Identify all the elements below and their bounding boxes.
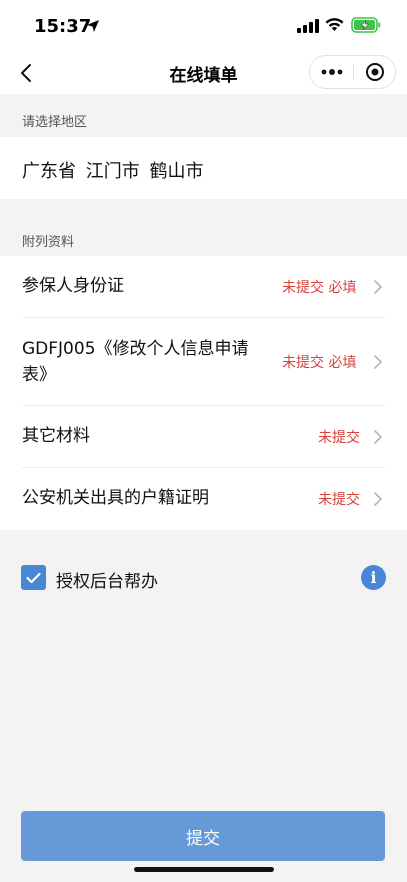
attachment-title-line2: 表》 — [22, 365, 56, 385]
authorize-label: 授权后台帮办 — [56, 572, 158, 592]
attachment-item-other[interactable]: 其它材料 未提交 — [0, 406, 407, 468]
attachment-status: 未提交 必填 — [282, 355, 357, 371]
status-time: 15:37 — [34, 16, 92, 37]
chevron-right-icon — [374, 492, 383, 506]
close-button[interactable] — [354, 56, 396, 88]
attachment-title: 参保人身份证 — [22, 276, 124, 296]
attachments-section-label: 附列资料 — [22, 235, 75, 250]
attachment-item-household[interactable]: 公安机关出具的户籍证明 未提交 — [0, 468, 407, 530]
wifi-icon — [325, 18, 344, 31]
authorize-checkbox[interactable] — [21, 565, 46, 590]
attachments-list: 参保人身份证 未提交 必填 GDFJ005《修改个人信息申请 表》 未提交 必填… — [0, 256, 407, 530]
location-arrow-icon — [87, 20, 99, 32]
more-button[interactable] — [310, 56, 353, 88]
region-section-label: 请选择地区 — [22, 115, 88, 130]
attachment-title-line1: GDFJ005《修改个人信息申请 — [22, 339, 249, 359]
close-target-icon — [366, 63, 384, 81]
authorize-row: 授权后台帮办 i — [0, 548, 407, 608]
status-bar: 15:37 — [0, 0, 407, 52]
chevron-right-icon — [374, 430, 383, 444]
more-dots-icon — [321, 69, 342, 75]
checkmark-icon — [26, 572, 41, 583]
nav-bar: 在线填单 — [0, 52, 407, 94]
home-indicator — [134, 867, 274, 872]
attachment-item-id-card[interactable]: 参保人身份证 未提交 必填 — [0, 256, 407, 318]
attachment-item-gdfj005[interactable]: GDFJ005《修改个人信息申请 表》 未提交 必填 — [0, 318, 407, 406]
info-icon[interactable]: i — [361, 565, 386, 590]
attachment-status: 未提交 — [318, 430, 360, 446]
mini-program-capsule — [309, 55, 396, 89]
region-value: 广东省 江门市 鹤山市 — [22, 161, 204, 182]
chevron-right-icon — [374, 355, 383, 369]
region-selector[interactable]: 广东省 江门市 鹤山市 — [0, 137, 407, 199]
attachment-title: 其它材料 — [22, 426, 90, 446]
cellular-signal-icon — [297, 19, 319, 33]
attachment-title: 公安机关出具的户籍证明 — [22, 488, 209, 508]
battery-charging-icon — [351, 17, 381, 33]
submit-button[interactable]: 提交 — [21, 811, 385, 861]
attachment-status: 未提交 — [318, 492, 360, 508]
attachment-status: 未提交 必填 — [282, 280, 357, 296]
chevron-right-icon — [374, 280, 383, 294]
